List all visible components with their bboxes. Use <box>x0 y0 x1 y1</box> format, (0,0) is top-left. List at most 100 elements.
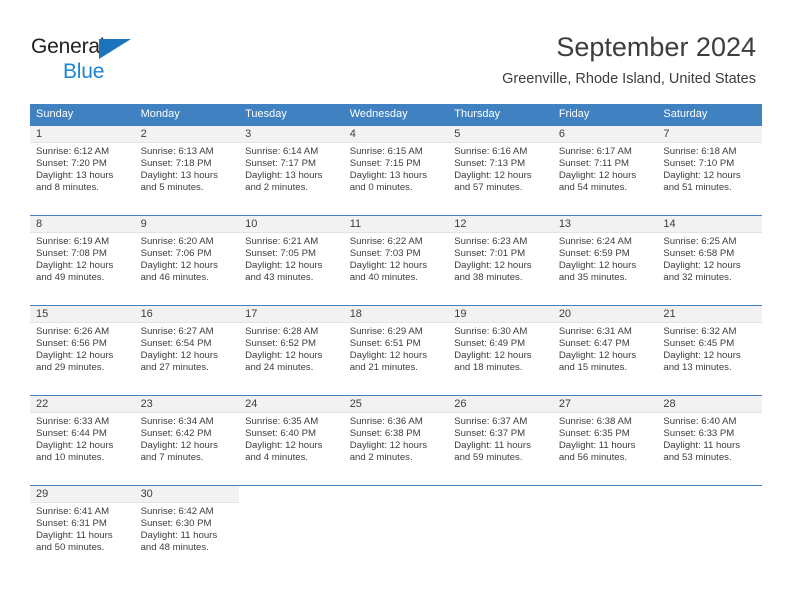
generalblue-logo[interactable]: General Blue <box>31 36 211 88</box>
sunrise-text: Sunrise: 6:12 AM <box>36 146 110 157</box>
day-cell[interactable]: 21 Sunrise: 6:32 AM Sunset: 6:45 PM Dayl… <box>657 306 762 395</box>
day-cell[interactable]: 15 Sunrise: 6:26 AM Sunset: 6:56 PM Dayl… <box>30 306 135 395</box>
day-number: 1 <box>36 128 43 140</box>
location-subtitle: Greenville, Rhode Island, United States <box>502 71 756 87</box>
sunrise-text: Sunrise: 6:36 AM <box>349 416 423 427</box>
day-details: Sunrise: 6:14 AM Sunset: 7:17 PM Dayligh… <box>239 143 344 194</box>
day-number: 22 <box>36 398 49 410</box>
day-cell[interactable]: 12 Sunrise: 6:23 AM Sunset: 7:01 PM Dayl… <box>448 216 553 305</box>
day-cell[interactable]: 22 Sunrise: 6:33 AM Sunset: 6:44 PM Dayl… <box>30 396 135 485</box>
daylight-text-line2: and 38 minutes. <box>454 272 523 284</box>
day-number-strip: 9 <box>134 216 240 233</box>
sunset-text: Sunset: 7:11 PM <box>558 158 630 170</box>
weekday-header-thursday: Thursday <box>454 108 501 120</box>
day-cell[interactable]: 13 Sunrise: 6:24 AM Sunset: 6:59 PM Dayl… <box>552 216 658 305</box>
day-cell[interactable]: 18 Sunrise: 6:29 AM Sunset: 6:51 PM Dayl… <box>343 306 449 395</box>
day-cell-empty <box>239 486 344 575</box>
day-number-strip: 11 <box>343 216 449 233</box>
day-cell[interactable]: 2 Sunrise: 6:13 AM Sunset: 7:18 PM Dayli… <box>134 126 240 215</box>
day-cell[interactable]: 9 Sunrise: 6:20 AM Sunset: 7:06 PM Dayli… <box>134 216 240 305</box>
daylight-text-line1: Daylight: 12 hours <box>245 350 323 362</box>
day-cell[interactable]: 3 Sunrise: 6:14 AM Sunset: 7:17 PM Dayli… <box>239 126 344 215</box>
day-cell[interactable]: 20 Sunrise: 6:31 AM Sunset: 6:47 PM Dayl… <box>552 306 658 395</box>
daylight-text-line2: and 51 minutes. <box>663 182 732 194</box>
day-details: Sunrise: 6:16 AM Sunset: 7:13 PM Dayligh… <box>448 143 553 194</box>
sunset-text: Sunset: 6:58 PM <box>663 248 735 260</box>
day-cell[interactable]: 30 Sunrise: 6:42 AM Sunset: 6:30 PM Dayl… <box>134 486 240 575</box>
sunrise-text: Sunrise: 6:20 AM <box>140 236 214 247</box>
daylight-text-line2: and 43 minutes. <box>245 272 314 284</box>
day-number: 11 <box>349 218 362 230</box>
day-number-strip: 1 <box>30 126 135 143</box>
day-cell[interactable]: 19 Sunrise: 6:30 AM Sunset: 6:49 PM Dayl… <box>448 306 553 395</box>
daylight-text-line1: Daylight: 13 hours <box>36 170 114 182</box>
sunrise-text: Sunrise: 6:18 AM <box>663 146 737 157</box>
day-number-strip: 29 <box>30 486 135 503</box>
sunrise-text: Sunrise: 6:29 AM <box>349 326 423 337</box>
day-number: 23 <box>140 398 153 410</box>
day-cell[interactable]: 16 Sunrise: 6:27 AM Sunset: 6:54 PM Dayl… <box>134 306 240 395</box>
daylight-text-line2: and 59 minutes. <box>454 452 523 464</box>
day-details <box>553 503 658 506</box>
sunrise-text: Sunrise: 6:22 AM <box>349 236 423 247</box>
day-cell[interactable]: 17 Sunrise: 6:28 AM Sunset: 6:52 PM Dayl… <box>239 306 344 395</box>
day-number: 9 <box>140 218 147 230</box>
day-number-strip <box>448 486 553 503</box>
weekday-header-monday: Monday <box>140 108 180 120</box>
daylight-text-line1: Daylight: 12 hours <box>454 170 532 182</box>
day-cell[interactable]: 29 Sunrise: 6:41 AM Sunset: 6:31 PM Dayl… <box>30 486 135 575</box>
day-number-strip: 15 <box>30 306 135 323</box>
sunset-text: Sunset: 7:17 PM <box>245 158 317 170</box>
day-cell[interactable]: 28 Sunrise: 6:40 AM Sunset: 6:33 PM Dayl… <box>657 396 762 485</box>
day-cell[interactable]: 27 Sunrise: 6:38 AM Sunset: 6:35 PM Dayl… <box>552 396 658 485</box>
sunrise-text: Sunrise: 6:30 AM <box>454 326 528 337</box>
day-number-strip <box>239 486 344 503</box>
day-cell[interactable]: 6 Sunrise: 6:17 AM Sunset: 7:11 PM Dayli… <box>552 126 658 215</box>
day-cell[interactable]: 14 Sunrise: 6:25 AM Sunset: 6:58 PM Dayl… <box>657 216 762 305</box>
daylight-text-line1: Daylight: 12 hours <box>140 260 218 272</box>
daylight-text-line1: Daylight: 12 hours <box>140 350 218 362</box>
day-details: Sunrise: 6:13 AM Sunset: 7:18 PM Dayligh… <box>135 143 240 194</box>
day-number-strip: 8 <box>30 216 135 233</box>
sunset-text: Sunset: 7:06 PM <box>140 248 212 260</box>
sunrise-text: Sunrise: 6:24 AM <box>558 236 632 247</box>
sunset-text: Sunset: 6:35 PM <box>558 428 630 440</box>
sunrise-text: Sunrise: 6:40 AM <box>663 416 737 427</box>
day-number-strip: 18 <box>343 306 449 323</box>
daylight-text-line2: and 27 minutes. <box>140 362 209 374</box>
day-cell[interactable]: 23 Sunrise: 6:34 AM Sunset: 6:42 PM Dayl… <box>134 396 240 485</box>
day-cell[interactable]: 11 Sunrise: 6:22 AM Sunset: 7:03 PM Dayl… <box>343 216 449 305</box>
daylight-text-line2: and 8 minutes. <box>36 182 99 194</box>
day-cell[interactable]: 25 Sunrise: 6:36 AM Sunset: 6:38 PM Dayl… <box>343 396 449 485</box>
daylight-text-line2: and 24 minutes. <box>245 362 314 374</box>
day-cell[interactable]: 24 Sunrise: 6:35 AM Sunset: 6:40 PM Dayl… <box>239 396 344 485</box>
daylight-text-line1: Daylight: 12 hours <box>454 260 532 272</box>
day-number-strip: 30 <box>134 486 240 503</box>
day-number: 26 <box>454 398 467 410</box>
day-cell[interactable]: 8 Sunrise: 6:19 AM Sunset: 7:08 PM Dayli… <box>30 216 135 305</box>
weekday-header-saturday: Saturday <box>663 108 708 120</box>
day-details: Sunrise: 6:36 AM Sunset: 6:38 PM Dayligh… <box>344 413 449 464</box>
day-cell[interactable]: 7 Sunrise: 6:18 AM Sunset: 7:10 PM Dayli… <box>657 126 762 215</box>
day-number: 20 <box>558 308 572 320</box>
day-number: 24 <box>245 398 258 410</box>
daylight-text-line1: Daylight: 12 hours <box>558 260 637 272</box>
daylight-text-line2: and 2 minutes. <box>245 182 309 194</box>
sunrise-text: Sunrise: 6:42 AM <box>140 506 214 517</box>
day-number-strip: 3 <box>239 126 344 143</box>
day-number: 19 <box>454 308 467 320</box>
sunset-text: Sunset: 6:37 PM <box>454 428 526 440</box>
day-cell[interactable]: 5 Sunrise: 6:16 AM Sunset: 7:13 PM Dayli… <box>448 126 553 215</box>
day-cell[interactable]: 26 Sunrise: 6:37 AM Sunset: 6:37 PM Dayl… <box>448 396 553 485</box>
day-details: Sunrise: 6:26 AM Sunset: 6:56 PM Dayligh… <box>30 323 135 374</box>
day-details: Sunrise: 6:15 AM Sunset: 7:15 PM Dayligh… <box>344 143 449 194</box>
sunset-text: Sunset: 6:56 PM <box>36 338 107 350</box>
sunrise-text: Sunrise: 6:14 AM <box>245 146 319 157</box>
day-details: Sunrise: 6:22 AM Sunset: 7:03 PM Dayligh… <box>344 233 449 284</box>
day-number-strip: 14 <box>657 216 762 233</box>
sunset-text: Sunset: 7:03 PM <box>349 248 421 260</box>
day-cell[interactable]: 1 Sunrise: 6:12 AM Sunset: 7:20 PM Dayli… <box>30 126 135 215</box>
day-cell[interactable]: 10 Sunrise: 6:21 AM Sunset: 7:05 PM Dayl… <box>239 216 344 305</box>
sunset-text: Sunset: 6:44 PM <box>36 428 107 440</box>
day-cell[interactable]: 4 Sunrise: 6:15 AM Sunset: 7:15 PM Dayli… <box>343 126 449 215</box>
